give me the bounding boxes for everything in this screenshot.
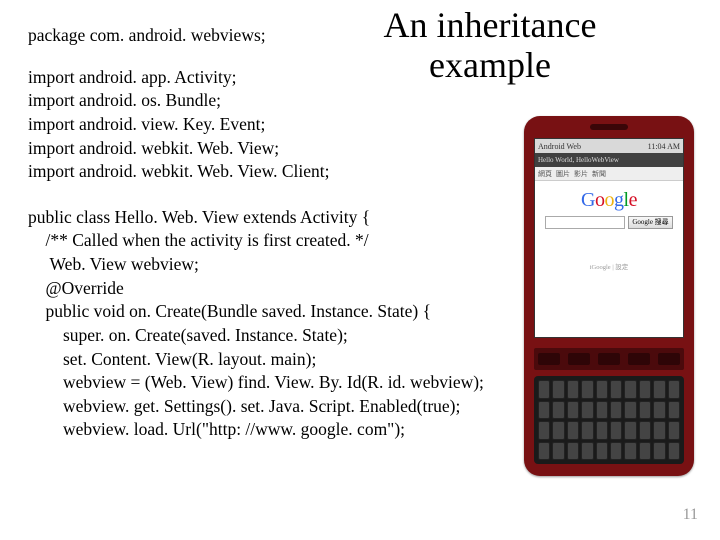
phone-screen: Android Web 11:04 AM Hello World, HelloW… bbox=[534, 138, 684, 338]
status-time: 11:04 AM bbox=[648, 142, 680, 151]
phone-keyboard bbox=[534, 376, 684, 464]
phone-mockup: Android Web 11:04 AM Hello World, HelloW… bbox=[524, 116, 694, 476]
toolbar-link: 影片 bbox=[574, 169, 588, 179]
toolbar-link: 網頁 bbox=[538, 169, 552, 179]
phone-speaker bbox=[590, 124, 628, 130]
toolbar-link: 新聞 bbox=[592, 169, 606, 179]
status-bar: Android Web 11:04 AM bbox=[535, 139, 683, 153]
google-logo: Google bbox=[541, 189, 677, 212]
status-app-name: Android Web bbox=[538, 142, 581, 151]
search-button[interactable]: Google 搜尋 bbox=[628, 216, 672, 229]
address-bar: Hello World, HelloWebView bbox=[535, 153, 683, 167]
google-footer: iGoogle | 設定 bbox=[541, 261, 677, 271]
address-text: Hello World, HelloWebView bbox=[538, 156, 619, 164]
title-line-1: An inheritance bbox=[384, 5, 597, 45]
toolbar-link: 圖片 bbox=[556, 169, 570, 179]
slide-title: An inheritance example bbox=[360, 6, 620, 85]
search-input[interactable] bbox=[545, 216, 625, 229]
google-page: Google Google 搜尋 iGoogle | 設定 bbox=[535, 181, 683, 271]
page-number: 11 bbox=[683, 506, 698, 524]
browser-toolbar: 網頁 圖片 影片 新聞 bbox=[535, 167, 683, 181]
code-import: import android. os. Bundle; bbox=[28, 89, 692, 113]
title-line-2: example bbox=[429, 45, 551, 85]
phone-hw-buttons bbox=[534, 348, 684, 370]
